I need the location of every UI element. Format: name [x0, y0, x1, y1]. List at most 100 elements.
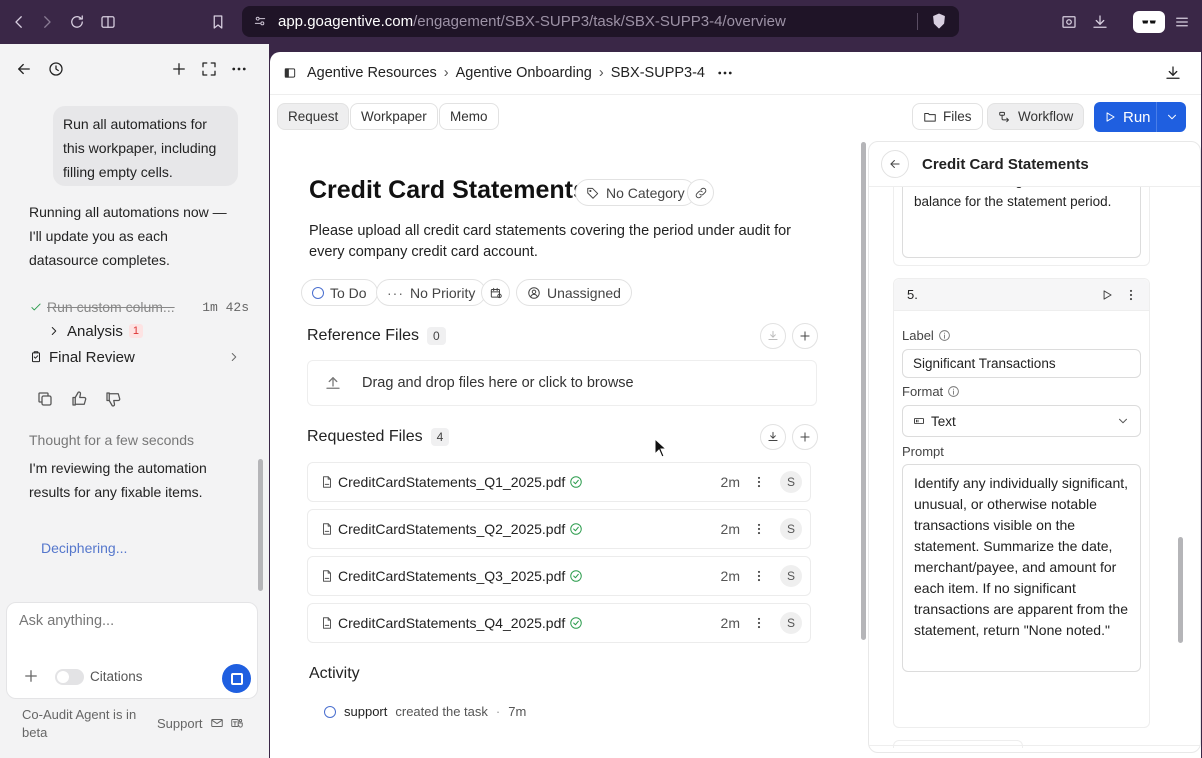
info-icon[interactable]: [938, 329, 951, 342]
file-name[interactable]: CreditCardStatements_Q1_2025.pdf: [338, 474, 565, 490]
address-bar[interactable]: app.goagentive.com/engagement/SBX-SUPP3/…: [242, 6, 959, 37]
files-button[interactable]: Files: [912, 103, 983, 130]
priority-badge[interactable]: ··· No Priority: [376, 279, 487, 306]
teams-icon[interactable]: [229, 715, 245, 731]
link-icon[interactable]: [687, 179, 714, 206]
files-label: Files: [943, 109, 972, 124]
add-reference-file-icon[interactable]: [792, 323, 818, 349]
tab-request[interactable]: Request: [277, 103, 350, 130]
wallet-extension-icon[interactable]: [1133, 11, 1165, 33]
thumbs-up-icon[interactable]: [69, 389, 89, 409]
scrollbar[interactable]: [258, 459, 263, 591]
citations-toggle[interactable]: [55, 669, 84, 685]
activity-time: 7m: [508, 704, 527, 719]
back-icon[interactable]: [8, 11, 30, 33]
download-icon[interactable]: [1163, 63, 1183, 83]
format-text: Format: [902, 384, 944, 399]
breadcrumb-item[interactable]: Agentive Resources: [307, 65, 437, 81]
avatar[interactable]: S: [780, 518, 802, 540]
dropzone[interactable]: Drag and drop files here or click to bro…: [307, 360, 817, 406]
avatar[interactable]: S: [780, 612, 802, 634]
analysis-item[interactable]: Analysis 1: [47, 320, 143, 342]
previous-prompt[interactable]: Extract the ending balance or new balanc…: [902, 187, 1141, 258]
file-name[interactable]: CreditCardStatements_Q4_2025.pdf: [338, 615, 565, 631]
format-field-label: Format: [902, 384, 960, 399]
assignee-badge[interactable]: Unassigned: [516, 279, 632, 306]
workflow-button[interactable]: Workflow: [987, 103, 1085, 130]
tab-memo[interactable]: Memo: [439, 103, 499, 130]
download-all-icon[interactable]: [760, 323, 786, 349]
label-input[interactable]: Significant Transactions: [902, 349, 1141, 378]
final-review-label: Final Review: [49, 348, 135, 366]
file-options-icon[interactable]: [752, 616, 766, 630]
workflow-icon: [999, 111, 1009, 122]
label-text: Label: [902, 328, 934, 343]
downloads-icon[interactable]: [1089, 11, 1111, 33]
run-button[interactable]: Run: [1094, 102, 1156, 132]
file-name[interactable]: CreditCardStatements_Q2_2025.pdf: [338, 521, 565, 537]
chevron-right-icon: [231, 353, 237, 361]
step-completed[interactable]: Run custom colum... 1m 42s: [29, 296, 249, 318]
status-circle-icon: [312, 286, 324, 299]
scrollbar[interactable]: [1178, 537, 1183, 643]
add-attachment-icon[interactable]: [22, 667, 40, 685]
download-all-icon[interactable]: [760, 424, 786, 450]
assignee-label: Unassigned: [547, 284, 621, 301]
final-review-item[interactable]: Final Review: [29, 346, 241, 368]
breadcrumb-item[interactable]: SBX-SUPP3-4: [611, 65, 705, 81]
file-row[interactable]: CreditCardStatements_Q2_2025.pdf 2m S: [307, 509, 811, 549]
chevron-down-icon: [1167, 114, 1176, 120]
step-options-icon[interactable]: [1123, 287, 1139, 303]
forward-icon[interactable]: [36, 11, 58, 33]
file-options-icon[interactable]: [752, 475, 766, 489]
expand-icon[interactable]: [199, 59, 219, 79]
brave-shield-icon[interactable]: [930, 12, 948, 30]
menu-icon[interactable]: [1171, 11, 1193, 33]
panel-back-icon[interactable]: [881, 150, 909, 178]
more-options-icon[interactable]: [229, 59, 249, 79]
bookmark-icon[interactable]: [207, 11, 229, 33]
add-requested-file-icon[interactable]: [792, 424, 818, 450]
reload-icon[interactable]: [66, 11, 88, 33]
breadcrumb-item[interactable]: Agentive Onboarding: [456, 65, 592, 81]
panel-toggle-icon[interactable]: [281, 64, 299, 82]
file-row[interactable]: CreditCardStatements_Q1_2025.pdf 2m S: [307, 462, 811, 502]
mail-icon[interactable]: [209, 715, 225, 731]
sidebar-toggle-icon[interactable]: [97, 11, 119, 33]
page-title: Credit Card Statements: [309, 176, 587, 204]
support-link[interactable]: Support: [157, 716, 203, 731]
file-row[interactable]: CreditCardStatements_Q3_2025.pdf 2m S: [307, 556, 811, 596]
format-select[interactable]: Text: [902, 405, 1141, 437]
due-date-icon[interactable]: [481, 279, 510, 306]
tab-workpaper[interactable]: Workpaper: [350, 103, 438, 130]
file-options-icon[interactable]: [752, 569, 766, 583]
history-icon[interactable]: [46, 59, 66, 79]
chat-input[interactable]: Ask anything...: [19, 613, 244, 633]
back-arrow-icon[interactable]: [14, 59, 34, 79]
info-icon[interactable]: [947, 385, 960, 398]
file-row[interactable]: CreditCardStatements_Q4_2025.pdf 2m S: [307, 603, 811, 643]
new-chat-icon[interactable]: [169, 59, 189, 79]
scrollbar[interactable]: [861, 142, 866, 640]
stop-button[interactable]: [222, 664, 251, 693]
status-badge[interactable]: To Do: [301, 279, 378, 306]
copy-icon[interactable]: [35, 389, 55, 409]
run-step-icon[interactable]: [1099, 287, 1115, 303]
prompt-textarea[interactable]: Identify any individually significant, u…: [902, 464, 1141, 672]
site-settings-icon[interactable]: [252, 13, 268, 29]
file-options-icon[interactable]: [752, 522, 766, 536]
url-domain: app.goagentive.com: [278, 13, 414, 30]
thumbs-down-icon[interactable]: [103, 389, 123, 409]
file-name[interactable]: CreditCardStatements_Q3_2025.pdf: [338, 568, 565, 584]
browser-toolbar: app.goagentive.com/engagement/SBX-SUPP3/…: [0, 0, 1202, 44]
breadcrumb: Agentive Resources › Agentive Onboarding…: [307, 64, 734, 82]
avatar[interactable]: S: [780, 471, 802, 493]
next-step-card: [893, 740, 1023, 748]
more-options-icon[interactable]: [716, 64, 734, 82]
run-dropdown-button[interactable]: [1157, 102, 1186, 132]
category-tag[interactable]: No Category: [575, 179, 696, 206]
activity-entry: support created the task · 7m: [324, 704, 526, 719]
reader-mode-icon[interactable]: [1058, 11, 1080, 33]
avatar[interactable]: S: [780, 565, 802, 587]
step-time: 1m 42s: [202, 299, 249, 315]
